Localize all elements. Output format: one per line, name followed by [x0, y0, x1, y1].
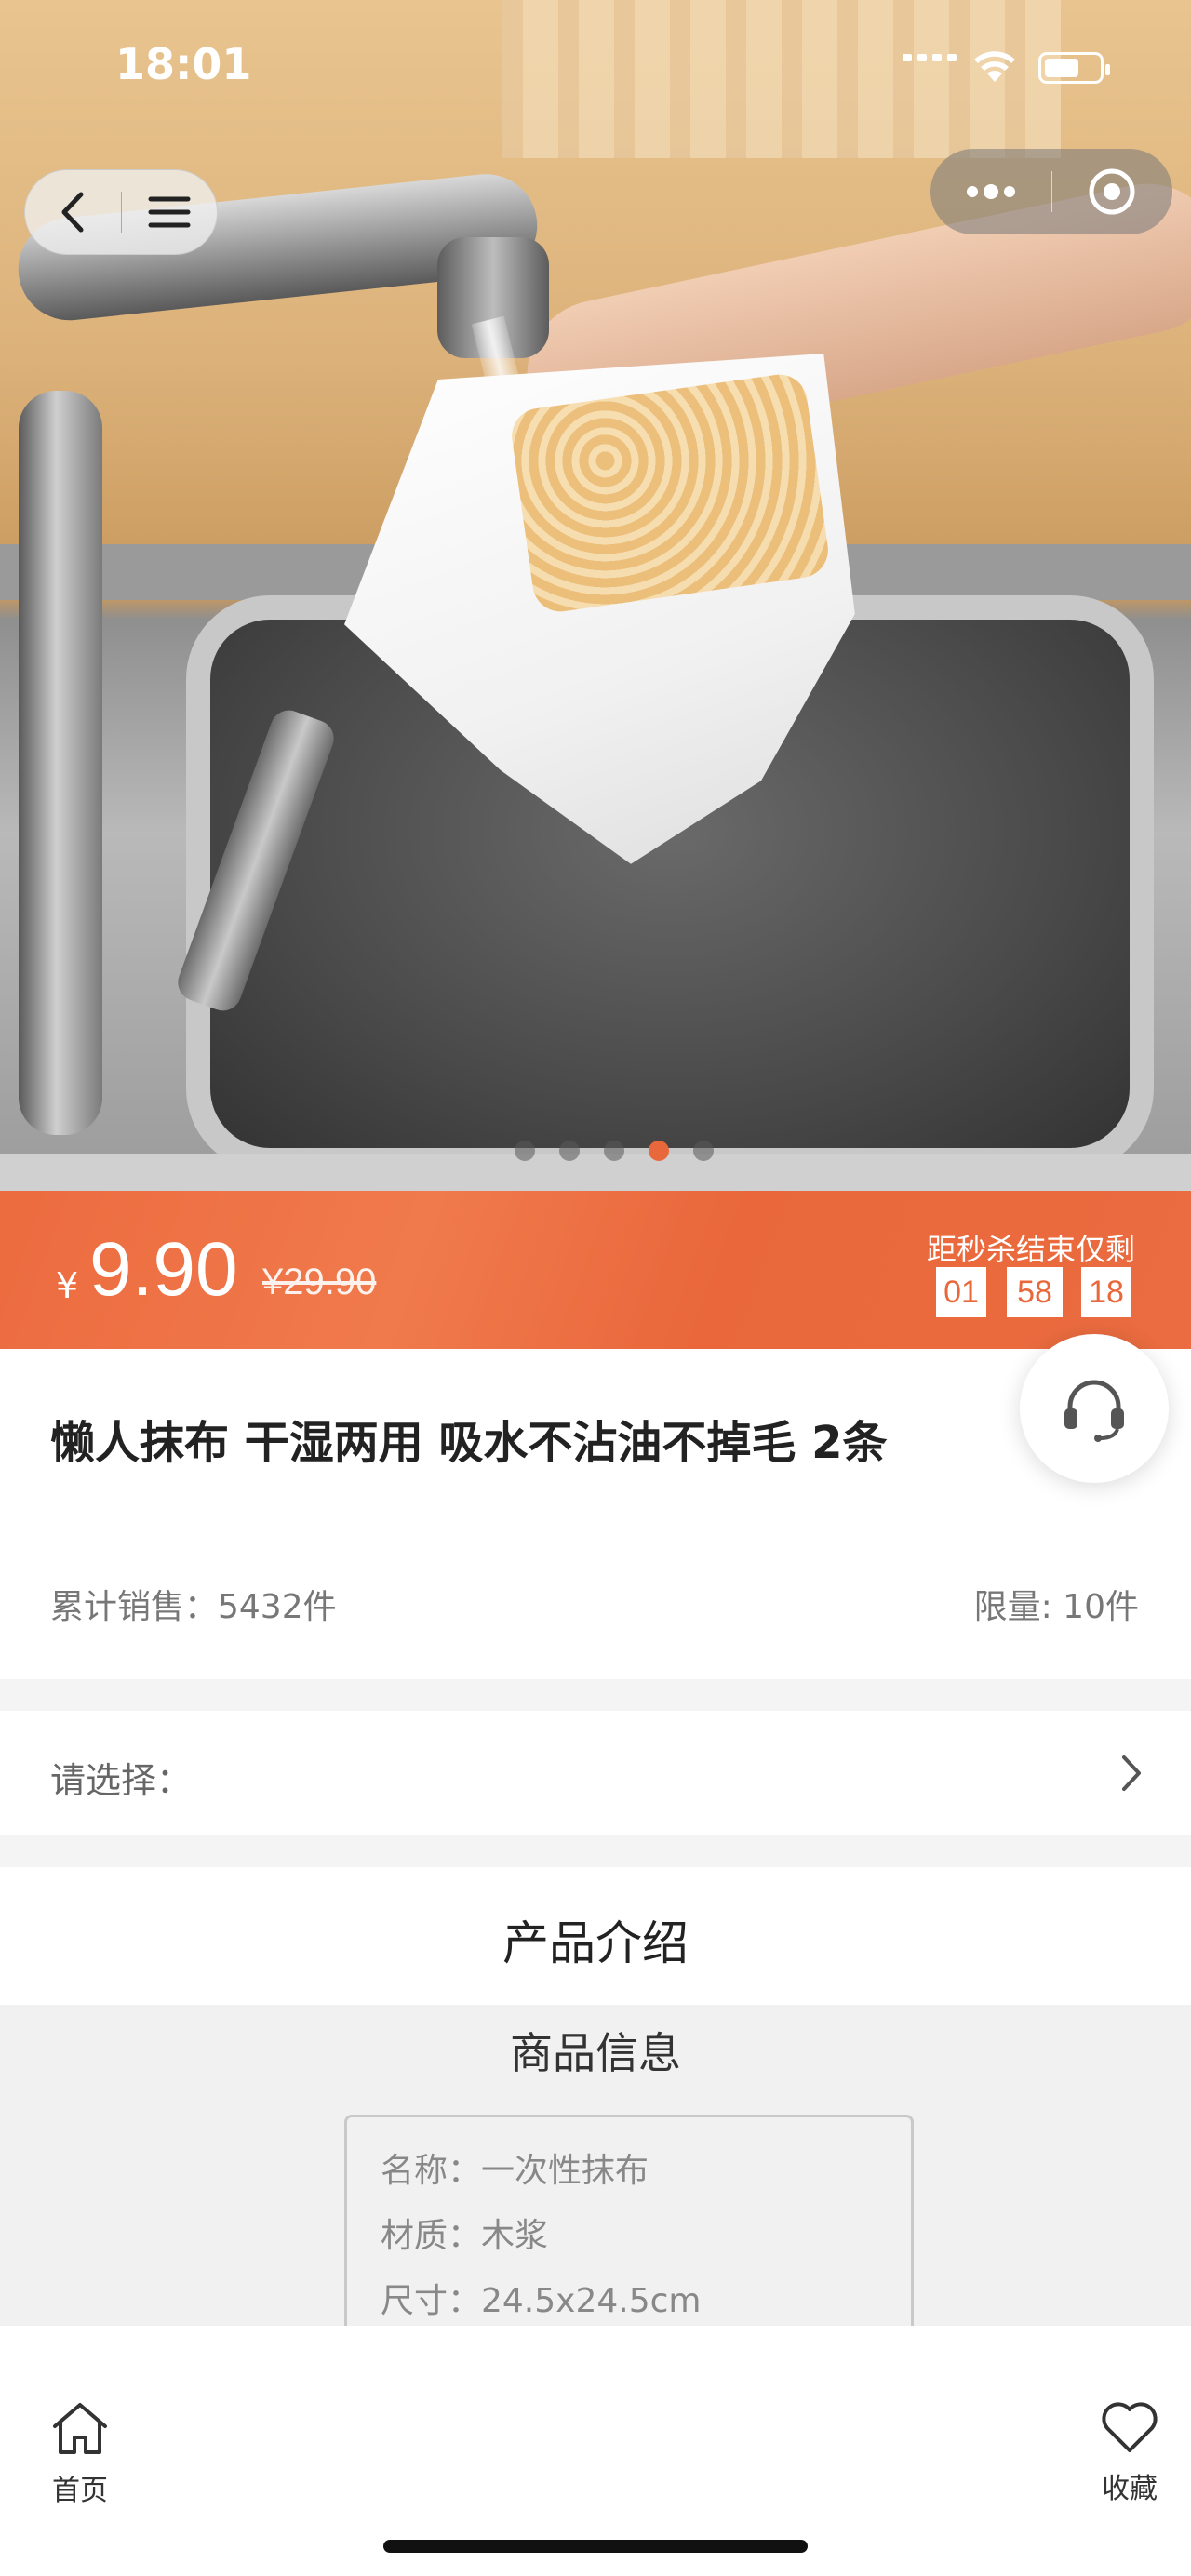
menu-button[interactable] [121, 169, 217, 255]
carousel-dot-active[interactable] [649, 1141, 669, 1161]
menu-icon [148, 196, 191, 228]
countdown-hours: 01 [936, 1267, 986, 1317]
product-intro-header: 产品介绍 [0, 1867, 1191, 2005]
wifi-icon [974, 51, 1015, 82]
more-button[interactable] [930, 149, 1051, 234]
product-title: 懒人抹布 干湿两用 吸水不沾油不掉毛 2条 [50, 1417, 888, 1469]
target-icon [1089, 168, 1135, 215]
mini-program-capsule [930, 149, 1172, 234]
home-indicator[interactable] [383, 2540, 808, 2553]
detail-row: 材质：木浆 [381, 2217, 549, 2255]
tab-favorite-label: 收藏 [1102, 2473, 1158, 2505]
customer-service-button[interactable] [1020, 1334, 1169, 1483]
back-button[interactable] [25, 169, 121, 255]
countdown-minutes: 58 [1007, 1267, 1063, 1317]
details-spec-box: 名称：一次性抹布 材质：木浆 尺寸：24.5x24.5cm [344, 2115, 914, 2326]
section-divider [0, 1679, 1191, 1711]
details-heading: 商品信息 [510, 2028, 681, 2078]
product-details-image: 商品信息 名称：一次性抹布 材质：木浆 尺寸：24.5x24.5cm [0, 2005, 1191, 2326]
product-info-section: 懒人抹布 干湿两用 吸水不沾油不掉毛 2条 累计销售：5432件 限量: 10件 [0, 1349, 1191, 1679]
currency-symbol: ¥ [56, 1265, 79, 1306]
purchase-limit: 限量: 10件 [973, 1588, 1139, 1626]
countdown-label: 距秒杀结束仅剩 [926, 1232, 1135, 1267]
home-icon [53, 2403, 107, 2454]
section-divider [0, 1835, 1191, 1867]
bottom-tab-bar: 首页 收藏 [0, 2326, 1191, 2576]
carousel-dot[interactable] [559, 1141, 580, 1161]
chevron-left-icon [61, 192, 84, 233]
spec-select-row[interactable]: 请选择： [0, 1711, 1191, 1835]
sale-price: 9.90 [89, 1227, 238, 1312]
status-bar: 18:01 [0, 0, 1191, 130]
headset-icon [1064, 1380, 1124, 1442]
flash-sale-price-bar: ¥ 9.90 ¥29.90 距秒杀结束仅剩 01 58 18 [0, 1191, 1191, 1349]
original-price: ¥29.90 [262, 1261, 377, 1302]
battery-icon [1038, 52, 1110, 84]
carousel-dot[interactable] [515, 1141, 535, 1161]
tab-favorite[interactable]: 收藏 [1074, 2400, 1185, 2506]
faucet-body [19, 391, 102, 1135]
carousel-indicator [0, 1141, 1191, 1161]
nav-capsule [24, 169, 218, 255]
detail-row: 尺寸：24.5x24.5cm [381, 2282, 702, 2320]
cellular-signal-icon [903, 54, 957, 61]
carousel-dot[interactable] [693, 1141, 714, 1161]
spec-select-label: 请选择： [50, 1760, 193, 1801]
countdown-seconds: 18 [1081, 1267, 1131, 1317]
cloth-honeycomb-pattern [508, 370, 832, 616]
sales-count: 累计销售：5432件 [50, 1588, 337, 1626]
product-intro-title: 产品介绍 [502, 1916, 689, 1970]
status-time: 18:01 [115, 39, 252, 89]
close-mini-program-button[interactable] [1052, 149, 1173, 234]
chevron-right-icon [1122, 1755, 1141, 1791]
heart-icon [1102, 2402, 1158, 2452]
detail-row: 名称：一次性抹布 [381, 2152, 649, 2190]
tab-home-label: 首页 [52, 2475, 108, 2507]
carousel-dot[interactable] [604, 1141, 624, 1161]
tab-home[interactable]: 首页 [24, 2400, 136, 2508]
more-dots-icon [966, 184, 1015, 199]
